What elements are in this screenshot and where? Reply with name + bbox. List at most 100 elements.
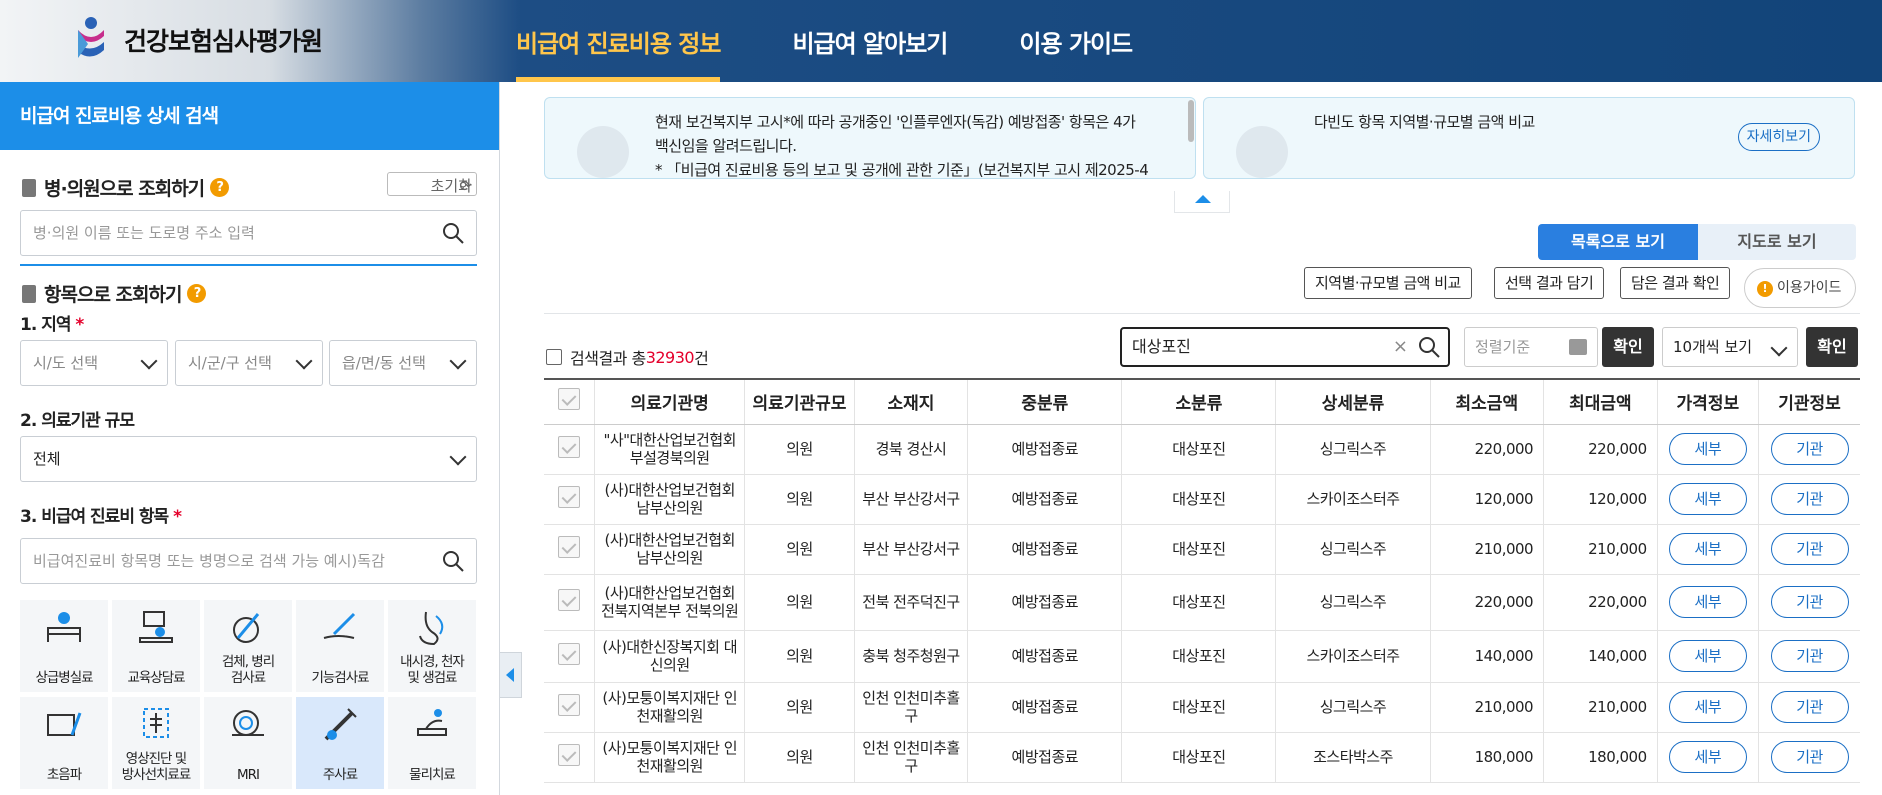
notice-toggle[interactable] [1174, 191, 1230, 213]
category-endoscopy[interactable]: 내시경, 천자 및 생검료 [388, 600, 476, 692]
xray-icon [143, 708, 169, 738]
sidebar-collapse-handle[interactable] [500, 652, 522, 698]
save-selection-button[interactable]: 선택 결과 담기 [1494, 267, 1605, 299]
row-checkbox[interactable] [544, 524, 596, 575]
divider [544, 313, 1860, 314]
org-info-button[interactable]: 기관 [1758, 682, 1860, 733]
row-checkbox[interactable] [544, 474, 596, 525]
detail-button[interactable]: 세부 [1657, 682, 1760, 733]
table-row: "사"대한산업보건협회부설경북의원 의원 경북 경산시 예방접종료 대상포진 싱그릭스주 2… [544, 424, 1860, 475]
details-button[interactable]: 자세히보기 [1737, 123, 1820, 151]
cell-mid-category: 예방접종료 [967, 630, 1123, 683]
item-search-input[interactable]: 비급여진료비 항목명 또는 병명으로 검색 가능 예시)독감 [20, 538, 477, 584]
cell-sub-category: 대상포진 [1121, 424, 1277, 475]
org-info-button[interactable]: 기관 [1758, 474, 1860, 525]
category-counseling[interactable]: 교육상담료 [112, 600, 200, 692]
logo-icon[interactable] [72, 14, 110, 62]
cell-max-price: 220,000 [1543, 424, 1658, 475]
col-scale: 의료기관규모 [744, 378, 855, 425]
notice-scrollbar[interactable] [1188, 100, 1194, 142]
scale-select[interactable]: 전체 [20, 436, 477, 482]
result-search-input[interactable]: 대상포진 × [1120, 327, 1450, 367]
compare-button[interactable]: 지역별·규모별 금액 비교 [1304, 267, 1472, 299]
nav-item-learn[interactable]: 비급여 알아보기 [792, 0, 948, 82]
org-info-button[interactable]: 기관 [1758, 524, 1860, 575]
cell-max-price: 120,000 [1543, 474, 1658, 525]
table-header-row: 의료기관명 의료기관규모 소재지 중분류 소분류 상세분류 최소금액 최대금액 … [544, 378, 1860, 425]
city-select[interactable]: 시/군/구 선택 [175, 340, 323, 386]
sort-confirm-button[interactable]: 확인 [1602, 327, 1654, 367]
map-view-button[interactable]: 지도로 보기 [1698, 224, 1856, 260]
col-org-info: 기관정보 [1758, 378, 1860, 425]
detail-button[interactable]: 세부 [1657, 424, 1760, 475]
hospital-search-input[interactable]: 병·의원 이름 또는 도로명 주소 입력 [20, 210, 477, 256]
select-all-checkbox[interactable] [544, 378, 596, 425]
detail-button[interactable]: 세부 [1657, 474, 1760, 525]
scale-label: 2. 의료기관 규모 [20, 411, 135, 431]
detail-button[interactable]: 세부 [1657, 574, 1760, 631]
cell-mid-category: 예방접종료 [967, 732, 1123, 783]
cell-min-price: 220,000 [1430, 574, 1545, 631]
org-info-button[interactable]: 기관 [1758, 574, 1860, 631]
reset-button[interactable]: 초기화 ⟳ [387, 172, 477, 196]
cell-min-price: 120,000 [1430, 474, 1545, 525]
row-checkbox[interactable] [544, 574, 596, 631]
category-injection[interactable]: 주사료 [296, 697, 384, 789]
help-icon[interactable]: ? [210, 178, 230, 197]
per-page-select[interactable]: 10개씩 보기 [1662, 327, 1798, 367]
category-radiology[interactable]: 영상진단 및 방사선치료료 [112, 697, 200, 789]
col-max-price: 최대금액 [1543, 378, 1658, 425]
table-row: (사)모퉁이복지재단 인천재활의원 의원 인천 인천미추홀구 예방접종료 대상포진 조스타… [544, 732, 1860, 783]
stomach-icon [419, 611, 444, 646]
per-page-confirm-button[interactable]: 확인 [1806, 327, 1858, 367]
cell-min-price: 210,000 [1430, 524, 1545, 575]
detail-button[interactable]: 세부 [1657, 630, 1760, 683]
row-checkbox[interactable] [544, 424, 596, 475]
hospital-section-title: 병·의원으로 조회하기 ? [22, 174, 230, 201]
search-sidebar: 비급여 진료비용 상세 검색 병·의원으로 조회하기 ? 초기화 ⟳ 병·의원 이… [0, 82, 500, 795]
detail-button[interactable]: 세부 [1657, 732, 1760, 783]
logo-text[interactable]: 건강보험심사평가원 [124, 22, 323, 58]
col-hospital-name: 의료기관명 [594, 378, 746, 425]
category-function-test[interactable]: 기능검사료 [296, 600, 384, 692]
category-ward-fee[interactable]: 상급병실료 [20, 600, 108, 692]
row-checkbox[interactable] [544, 682, 596, 733]
compare-banner: 다빈도 항목 지역별·규모별 금액 비교 자세히보기 [1203, 97, 1855, 179]
category-ultrasound[interactable]: 초음파 [20, 697, 108, 789]
table-row: (사)대한산업보건협회 전북지역본부 전북의원 의원 전북 전주덕진구 예방접종료 대상… [544, 574, 1860, 631]
cell-max-price: 220,000 [1543, 574, 1658, 631]
list-view-button[interactable]: 목록으로 보기 [1538, 224, 1698, 260]
refresh-icon: ⟳ [459, 177, 472, 195]
row-checkbox[interactable] [544, 630, 596, 683]
cell-min-price: 180,000 [1430, 732, 1545, 783]
cell-sub-category: 대상포진 [1121, 474, 1277, 525]
cell-scale: 의원 [744, 424, 855, 475]
cell-location: 충북 청주청원구 [854, 630, 969, 683]
org-info-button[interactable]: 기관 [1758, 732, 1860, 783]
search-icon[interactable] [442, 222, 464, 244]
search-icon[interactable] [1418, 336, 1440, 358]
cell-detail-category: 싱그릭스주 [1275, 574, 1431, 631]
detail-button[interactable]: 세부 [1657, 524, 1760, 575]
category-mri[interactable]: MRI [204, 697, 292, 789]
cell-scale: 의원 [744, 682, 855, 733]
nav-item-guide[interactable]: 이용 가이드 [1019, 0, 1133, 82]
org-info-button[interactable]: 기관 [1758, 424, 1860, 475]
search-icon[interactable] [442, 550, 464, 572]
list-icon [22, 284, 36, 303]
category-lab-test[interactable]: 검체, 병리 검사료 [204, 600, 292, 692]
town-select[interactable]: 읍/면/동 선택 [329, 340, 477, 386]
clear-icon[interactable]: × [1393, 329, 1408, 365]
province-select[interactable]: 시/도 선택 [20, 340, 168, 386]
compare-banner-text: 다빈도 항목 지역별·규모별 금액 비교 [1314, 113, 1535, 131]
nav-item-price-info[interactable]: 비급여 진료비용 정보 [516, 0, 721, 82]
category-physio[interactable]: 물리치료 [388, 697, 476, 789]
sort-select[interactable]: 정렬기준 [1464, 327, 1598, 367]
help-icon[interactable]: ? [187, 284, 207, 303]
cell-hospital-name: "사"대한산업보건협회부설경북의원 [594, 424, 746, 475]
guide-button[interactable]: 이용가이드 [1744, 268, 1856, 308]
org-info-button[interactable]: 기관 [1758, 630, 1860, 683]
view-saved-button[interactable]: 담은 결과 확인 [1620, 267, 1731, 299]
row-checkbox[interactable] [544, 732, 596, 783]
cell-detail-category: 싱그릭스주 [1275, 424, 1431, 475]
